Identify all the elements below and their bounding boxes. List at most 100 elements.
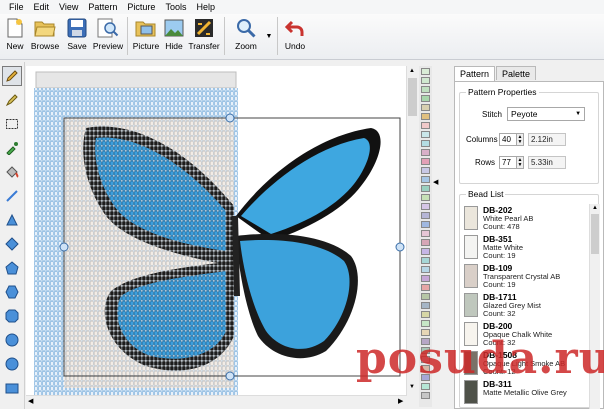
- color-swatch[interactable]: [421, 275, 430, 282]
- color-swatch[interactable]: [421, 68, 430, 75]
- color-swatch[interactable]: [421, 104, 430, 111]
- list-item[interactable]: DB-1711 Glazed Grey Mist Count: 32: [463, 291, 587, 319]
- stitch-value: Peyote: [511, 109, 538, 119]
- collapse-panel-icon[interactable]: ◀: [433, 178, 438, 186]
- color-swatch[interactable]: [421, 302, 430, 309]
- diamond-icon: [5, 237, 19, 251]
- color-swatch[interactable]: [421, 266, 430, 273]
- color-swatch[interactable]: [421, 221, 430, 228]
- menu-pattern[interactable]: Pattern: [83, 0, 122, 14]
- menu-help[interactable]: Help: [191, 0, 220, 14]
- scroll-left-icon[interactable]: ◀: [28, 397, 33, 405]
- save-button[interactable]: Save: [62, 14, 92, 58]
- undo-arrow-icon: [284, 17, 306, 39]
- color-swatch[interactable]: [421, 293, 430, 300]
- new-button[interactable]: New: [2, 14, 28, 58]
- picture-button[interactable]: Picture: [131, 14, 161, 58]
- transfer-button[interactable]: Transfer: [187, 14, 221, 58]
- rectangle-tool[interactable]: [2, 378, 22, 398]
- brush-tool[interactable]: [2, 90, 22, 110]
- menu-view[interactable]: View: [54, 0, 83, 14]
- tab-palette[interactable]: Palette: [496, 66, 537, 80]
- color-swatch[interactable]: [421, 284, 430, 291]
- color-swatch[interactable]: [421, 86, 430, 93]
- browse-button[interactable]: Browse: [28, 14, 62, 58]
- color-swatch[interactable]: [421, 248, 430, 255]
- pentagon-tool[interactable]: [2, 258, 22, 278]
- color-swatch[interactable]: [421, 239, 430, 246]
- preview-magnifier-icon: [97, 17, 119, 39]
- stitch-select[interactable]: Peyote ▼: [507, 107, 586, 121]
- menu-file[interactable]: File: [4, 0, 29, 14]
- bead-swatch: [464, 206, 478, 230]
- ellipse-icon: [5, 357, 19, 371]
- pencil-tool[interactable]: [2, 66, 22, 86]
- fill-tool[interactable]: [2, 162, 22, 182]
- select-tool[interactable]: [2, 114, 22, 134]
- color-swatch[interactable]: [421, 113, 430, 120]
- color-swatch[interactable]: [421, 194, 430, 201]
- color-swatch[interactable]: [421, 131, 430, 138]
- line-tool[interactable]: [2, 186, 22, 206]
- color-swatch[interactable]: [421, 320, 430, 327]
- bead-count: Count: 478: [483, 222, 520, 231]
- eyedropper-tool[interactable]: [2, 138, 22, 158]
- tab-pattern[interactable]: Pattern: [454, 66, 496, 81]
- picture-label: Picture: [132, 41, 160, 51]
- hide-button[interactable]: Hide: [161, 14, 187, 58]
- menu-edit[interactable]: Edit: [29, 0, 55, 14]
- scroll-thumb[interactable]: [408, 78, 417, 116]
- list-item[interactable]: DB-109 Transparent Crystal AB Count: 19: [463, 262, 587, 290]
- color-swatch[interactable]: [421, 257, 430, 264]
- color-swatch[interactable]: [421, 176, 430, 183]
- scroll-thumb[interactable]: [591, 214, 599, 254]
- rows-label: Rows: [474, 158, 495, 167]
- color-swatch[interactable]: [421, 392, 430, 399]
- undo-button[interactable]: Undo: [281, 14, 309, 58]
- color-swatch[interactable]: [421, 122, 430, 129]
- selection-rectangle-icon: [6, 119, 18, 129]
- color-swatch[interactable]: [421, 212, 430, 219]
- color-swatch[interactable]: [421, 95, 430, 102]
- eyedropper-icon: [6, 142, 18, 155]
- color-swatch[interactable]: [421, 77, 430, 84]
- pattern-header-bar: [35, 71, 237, 89]
- ellipse-tool[interactable]: [2, 354, 22, 374]
- columns-input[interactable]: 40: [499, 133, 517, 146]
- scroll-up-icon[interactable]: ▲: [592, 205, 598, 211]
- zoom-button[interactable]: Zoom: [228, 14, 264, 58]
- columns-spinner[interactable]: ▲ ▼: [517, 133, 524, 146]
- menu-picture[interactable]: Picture: [122, 0, 160, 14]
- rows-spinner[interactable]: ▲ ▼: [517, 156, 524, 169]
- zoom-dropdown[interactable]: ▼: [264, 14, 274, 58]
- color-swatch[interactable]: [421, 230, 430, 237]
- resize-handle: [225, 113, 235, 123]
- triangle-tool[interactable]: [2, 210, 22, 230]
- menu-tools[interactable]: Tools: [160, 0, 191, 14]
- color-swatch[interactable]: [421, 167, 430, 174]
- color-swatch[interactable]: [421, 149, 430, 156]
- scroll-right-icon[interactable]: ▶: [398, 397, 403, 405]
- scroll-up-icon[interactable]: ▲: [409, 68, 415, 74]
- pattern-properties-group: Pattern Properties Stitch Peyote ▼ Colum…: [459, 87, 599, 184]
- color-swatch[interactable]: [421, 158, 430, 165]
- bead-count: Count: 19: [483, 280, 516, 289]
- rows-input[interactable]: 77: [499, 156, 517, 169]
- diamond-tool[interactable]: [2, 234, 22, 254]
- color-swatch[interactable]: [421, 383, 430, 390]
- color-swatch[interactable]: [421, 140, 430, 147]
- color-swatch[interactable]: [421, 203, 430, 210]
- tool-palette: [0, 62, 25, 409]
- circle-tool[interactable]: [2, 330, 22, 350]
- pattern-canvas[interactable]: [26, 66, 407, 395]
- color-swatch[interactable]: [421, 311, 430, 318]
- hexagon-tool[interactable]: [2, 282, 22, 302]
- browse-label: Browse: [30, 41, 60, 51]
- octagon-tool[interactable]: [2, 306, 22, 326]
- list-item[interactable]: DB-202 White Pearl AB Count: 478: [463, 204, 587, 232]
- color-swatch[interactable]: [421, 185, 430, 192]
- canvas-horizontal-scrollbar[interactable]: ◀ ▶: [26, 395, 407, 407]
- preview-button[interactable]: Preview: [92, 14, 124, 58]
- scroll-down-icon[interactable]: ▼: [409, 384, 415, 390]
- list-item[interactable]: DB-351 Matte White Count: 19: [463, 233, 587, 261]
